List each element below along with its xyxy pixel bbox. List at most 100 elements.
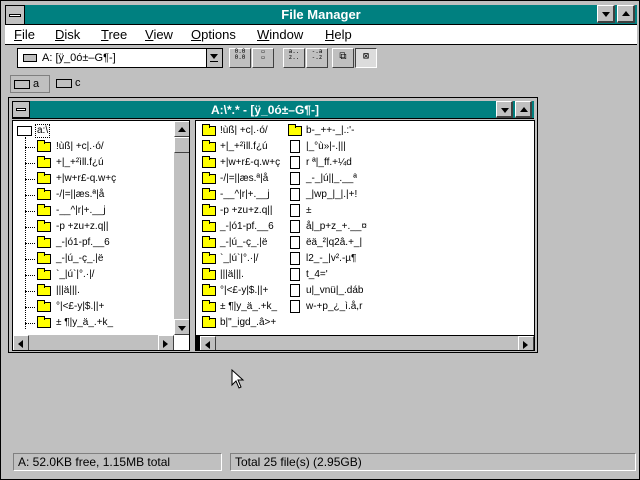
folder-name: -__^|r|+.__j <box>220 189 270 200</box>
folder-icon <box>202 220 216 232</box>
folder-name: _-|ú_-ç_.|ë <box>220 237 268 248</box>
connect-net-drive-button[interactable]: 0.0 0.0 <box>229 48 251 68</box>
folder-icon <box>37 220 51 232</box>
floppy-drive-icon <box>23 54 37 62</box>
folder-icon <box>202 268 216 280</box>
child-system-menu-button[interactable] <box>12 101 30 118</box>
document-icon <box>290 284 300 297</box>
tree-connector <box>25 291 35 292</box>
folder-icon <box>202 204 216 216</box>
arrow-right-icon <box>523 341 528 349</box>
child-minimize-button[interactable] <box>496 101 513 118</box>
title-bar[interactable]: File Manager <box>5 5 637 25</box>
status-disk-space: A: 52.0KB free, 1.15MB total <box>13 453 222 471</box>
folder-name: +|_+²ìll.f¿ú <box>220 141 268 152</box>
file-name: ± <box>306 205 312 216</box>
child-maximize-button[interactable] <box>515 101 532 118</box>
directory-window: A:\*.* - [ÿ_0ó±–G¶-] a:\ !ùß| +c|.·ó/ +|_+… <box>8 97 538 353</box>
menu-options[interactable]: Options <box>191 27 236 42</box>
menu-file[interactable]: File <box>14 27 35 42</box>
folder-name: |||ä|||. <box>220 269 244 280</box>
tree-connector <box>25 137 26 329</box>
minimize-icon <box>501 108 509 113</box>
folder-icon <box>37 316 51 328</box>
file-name: t_4=' <box>306 269 328 280</box>
tree-item-label: !ùß| +c|.·ó/ <box>56 141 104 152</box>
drive-a-label: a <box>33 78 40 90</box>
folder-icon <box>202 124 216 136</box>
document-icon <box>290 204 300 217</box>
directory-window-title: A:\*.* - [ÿ_0ó±–G¶-] <box>211 103 319 117</box>
arrow-down-icon <box>178 326 186 331</box>
files-scroll-right-button[interactable] <box>518 336 534 350</box>
view-tree-and-dir-button[interactable]: ⧉ <box>332 48 354 68</box>
folder-icon <box>37 284 51 296</box>
drive-bar: a c <box>5 74 637 94</box>
document-icon <box>290 300 300 313</box>
tree-connector <box>25 243 35 244</box>
tree-item-label: °|<£-y|$.||+ <box>56 301 105 312</box>
drive-dropdown-button[interactable] <box>206 49 222 67</box>
tree-item-label: _-|ú_-ç_.|ë <box>56 253 104 264</box>
drive-c-button[interactable]: c <box>53 75 93 93</box>
minimize-button[interactable] <box>597 5 615 23</box>
disconnect-net-drive-button[interactable]: ▭ ▭ <box>252 48 274 68</box>
folder-icon <box>202 188 216 200</box>
tree-connector <box>25 307 35 308</box>
folder-icon <box>202 252 216 264</box>
tree-vertical-scrollbar[interactable] <box>174 121 189 335</box>
menu-help[interactable]: Help <box>325 27 352 42</box>
tree-scroll-thumb[interactable] <box>174 137 189 153</box>
tree-connector <box>25 259 35 260</box>
folder-name: °|<£-y|$.||+ <box>220 285 269 296</box>
folder-icon <box>37 204 51 216</box>
tree-item-label: ± ¶|y_ä_.+k_ <box>56 317 114 328</box>
view-partial-details-button[interactable]: ⊠ <box>355 48 377 68</box>
file-name: å|_p+z_+.__¤ <box>306 221 367 232</box>
mouse-cursor-icon <box>231 369 245 389</box>
document-icon <box>290 220 300 233</box>
files-horizontal-scrollbar[interactable] <box>196 335 534 350</box>
tree-root-label: a:\ <box>35 124 51 138</box>
folder-icon <box>288 124 302 136</box>
drive-a-button[interactable]: a <box>10 75 50 93</box>
menu-view[interactable]: View <box>145 27 173 42</box>
system-menu-button[interactable] <box>5 5 25 25</box>
folder-icon <box>37 300 51 312</box>
floppy-drive-icon <box>14 80 30 89</box>
folder-icon <box>202 236 216 248</box>
tree-connector <box>25 227 35 228</box>
menu-tree[interactable]: Tree <box>101 27 127 42</box>
document-icon <box>290 156 300 169</box>
tree-connector <box>25 147 35 148</box>
window-title: File Manager <box>281 7 361 22</box>
files-scroll-left-button[interactable] <box>200 336 216 350</box>
directory-window-title-bar[interactable]: A:\*.* - [ÿ_0ó±–G¶-] <box>12 101 534 119</box>
menu-window[interactable]: Window <box>257 27 303 42</box>
tree-scroll-down-button[interactable] <box>174 319 189 335</box>
tree-scroll-left-button[interactable] <box>13 335 29 350</box>
tree-connector <box>25 275 35 276</box>
hard-drive-icon <box>56 79 72 88</box>
sort-by-type-button[interactable]: -.a -.z <box>306 48 328 68</box>
maximize-button[interactable] <box>617 5 635 23</box>
file-name: ëä_²|q2â.+_| <box>306 237 363 248</box>
net-drive-icon: 0.0 0.0 <box>234 48 246 61</box>
folder-name: -p +zu+z.q|| <box>220 205 273 216</box>
folder-icon <box>202 316 216 328</box>
menu-disk[interactable]: Disk <box>55 27 80 42</box>
tree-scroll-up-button[interactable] <box>174 121 189 137</box>
maximize-icon <box>622 11 630 16</box>
document-icon <box>290 268 300 281</box>
sort-by-name-button[interactable]: a.. z.. <box>283 48 305 68</box>
drive-select[interactable]: A: [ÿ_0ó±–G¶-] <box>17 48 223 68</box>
file-name: w-+p_¿_ì.å,r <box>306 301 363 312</box>
document-icon <box>290 172 300 185</box>
arrow-right-icon <box>163 340 168 348</box>
tree-horizontal-scrollbar[interactable] <box>13 335 174 350</box>
tree-pane: a:\ !ùß| +c|.·ó/ +|_+²ìll.f¿ú +|w+r£-q.w+ç -… <box>12 120 190 351</box>
tree-item-label: +|w+r£-q.w+ç <box>56 173 117 184</box>
arrow-left-icon <box>18 340 23 348</box>
tree-scroll-right-button[interactable] <box>158 335 174 350</box>
arrow-left-icon <box>205 341 210 349</box>
